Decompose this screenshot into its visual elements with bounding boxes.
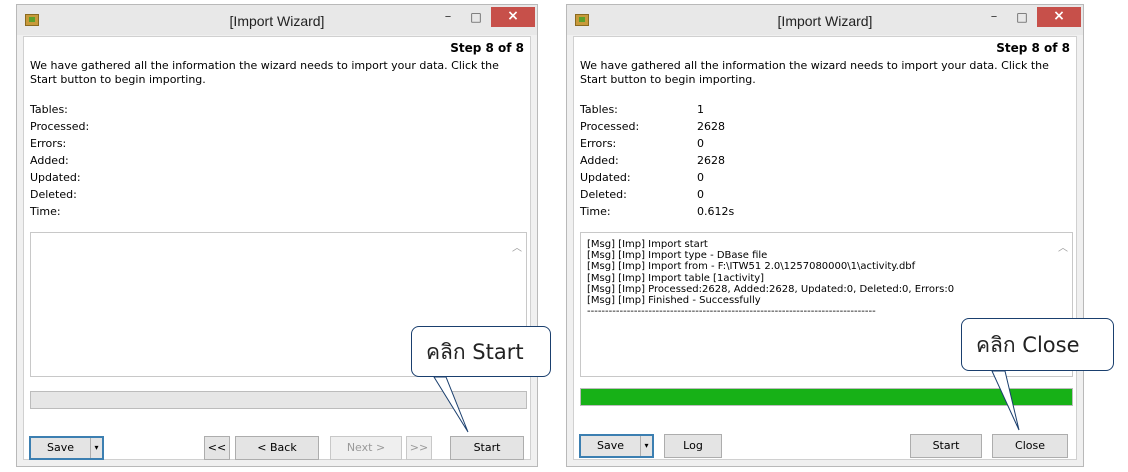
stat-label-time: Time: <box>30 205 61 218</box>
wizard-page: Step 8 of 8 We have gathered all the inf… <box>573 36 1077 460</box>
log-text: [Msg] [Imp] Import start [Msg] [Imp] Imp… <box>587 239 955 318</box>
progress-fill <box>581 389 1072 405</box>
stat-label-deleted: Deleted: <box>30 188 77 201</box>
wizard-page: Step 8 of 8 We have gathered all the inf… <box>23 36 531 460</box>
start-button[interactable]: Start <box>910 434 982 458</box>
stat-value-tables: 1 <box>697 103 704 116</box>
scroll-up-arrow-icon[interactable]: ︿ <box>512 239 522 254</box>
stat-label-time: Time: <box>580 205 611 218</box>
save-button[interactable]: Save ▾ <box>579 434 654 458</box>
log-button[interactable]: Log <box>664 434 722 458</box>
stat-label-tables: Tables: <box>30 103 68 116</box>
maximize-button[interactable]: □ <box>463 9 489 27</box>
stat-label-updated: Updated: <box>580 171 631 184</box>
stat-label-updated: Updated: <box>30 171 81 184</box>
callout-click-start: คลิก Start <box>411 326 551 377</box>
close-window-button[interactable]: × <box>491 7 535 27</box>
scroll-up-arrow-icon[interactable]: ︿ <box>1058 239 1068 254</box>
back-button[interactable]: < Back <box>235 436 319 460</box>
last-page-button[interactable]: >> <box>406 436 432 460</box>
stat-value-updated: 0 <box>697 171 704 184</box>
save-dropdown-icon[interactable]: ▾ <box>640 436 652 456</box>
import-wizard-window-before: [Import Wizard] – □ × Step 8 of 8 We hav… <box>16 4 538 467</box>
stat-label-added: Added: <box>30 154 69 167</box>
stat-label-errors: Errors: <box>580 137 617 150</box>
minimize-button[interactable]: – <box>981 9 1007 27</box>
stat-value-errors: 0 <box>697 137 704 150</box>
intro-text: We have gathered all the information the… <box>30 59 499 86</box>
stat-label-added: Added: <box>580 154 619 167</box>
progress-bar <box>580 388 1073 406</box>
title-bar[interactable]: [Import Wizard] – □ × <box>567 5 1083 35</box>
stat-label-tables: Tables: <box>580 103 618 116</box>
close-button[interactable]: Close <box>992 434 1068 458</box>
save-button-label: Save <box>46 441 74 454</box>
title-bar[interactable]: [Import Wizard] – □ × <box>17 5 537 35</box>
step-indicator: Step 8 of 8 <box>996 41 1070 55</box>
stat-value-added: 2628 <box>697 154 725 167</box>
minimize-button[interactable]: – <box>435 9 461 27</box>
import-wizard-window-after: [Import Wizard] – □ × Step 8 of 8 We hav… <box>566 4 1084 467</box>
stat-label-processed: Processed: <box>580 120 640 133</box>
stat-value-deleted: 0 <box>697 188 704 201</box>
stat-value-processed: 2628 <box>697 120 725 133</box>
first-page-button[interactable]: << <box>204 436 230 460</box>
intro-text: We have gathered all the information the… <box>580 59 1049 86</box>
progress-bar <box>30 391 527 409</box>
stat-label-errors: Errors: <box>30 137 67 150</box>
start-button[interactable]: Start <box>450 436 524 460</box>
stat-label-processed: Processed: <box>30 120 90 133</box>
stat-label-deleted: Deleted: <box>580 188 627 201</box>
save-button[interactable]: Save ▾ <box>29 436 104 460</box>
maximize-button[interactable]: □ <box>1009 9 1035 27</box>
close-window-button[interactable]: × <box>1037 7 1081 27</box>
stat-value-time: 0.612s <box>697 205 735 218</box>
callout-click-close: คลิก Close <box>961 318 1114 371</box>
step-indicator: Step 8 of 8 <box>450 41 524 55</box>
save-dropdown-icon[interactable]: ▾ <box>90 438 102 458</box>
next-button[interactable]: Next > <box>330 436 402 460</box>
save-button-label: Save <box>596 439 624 452</box>
